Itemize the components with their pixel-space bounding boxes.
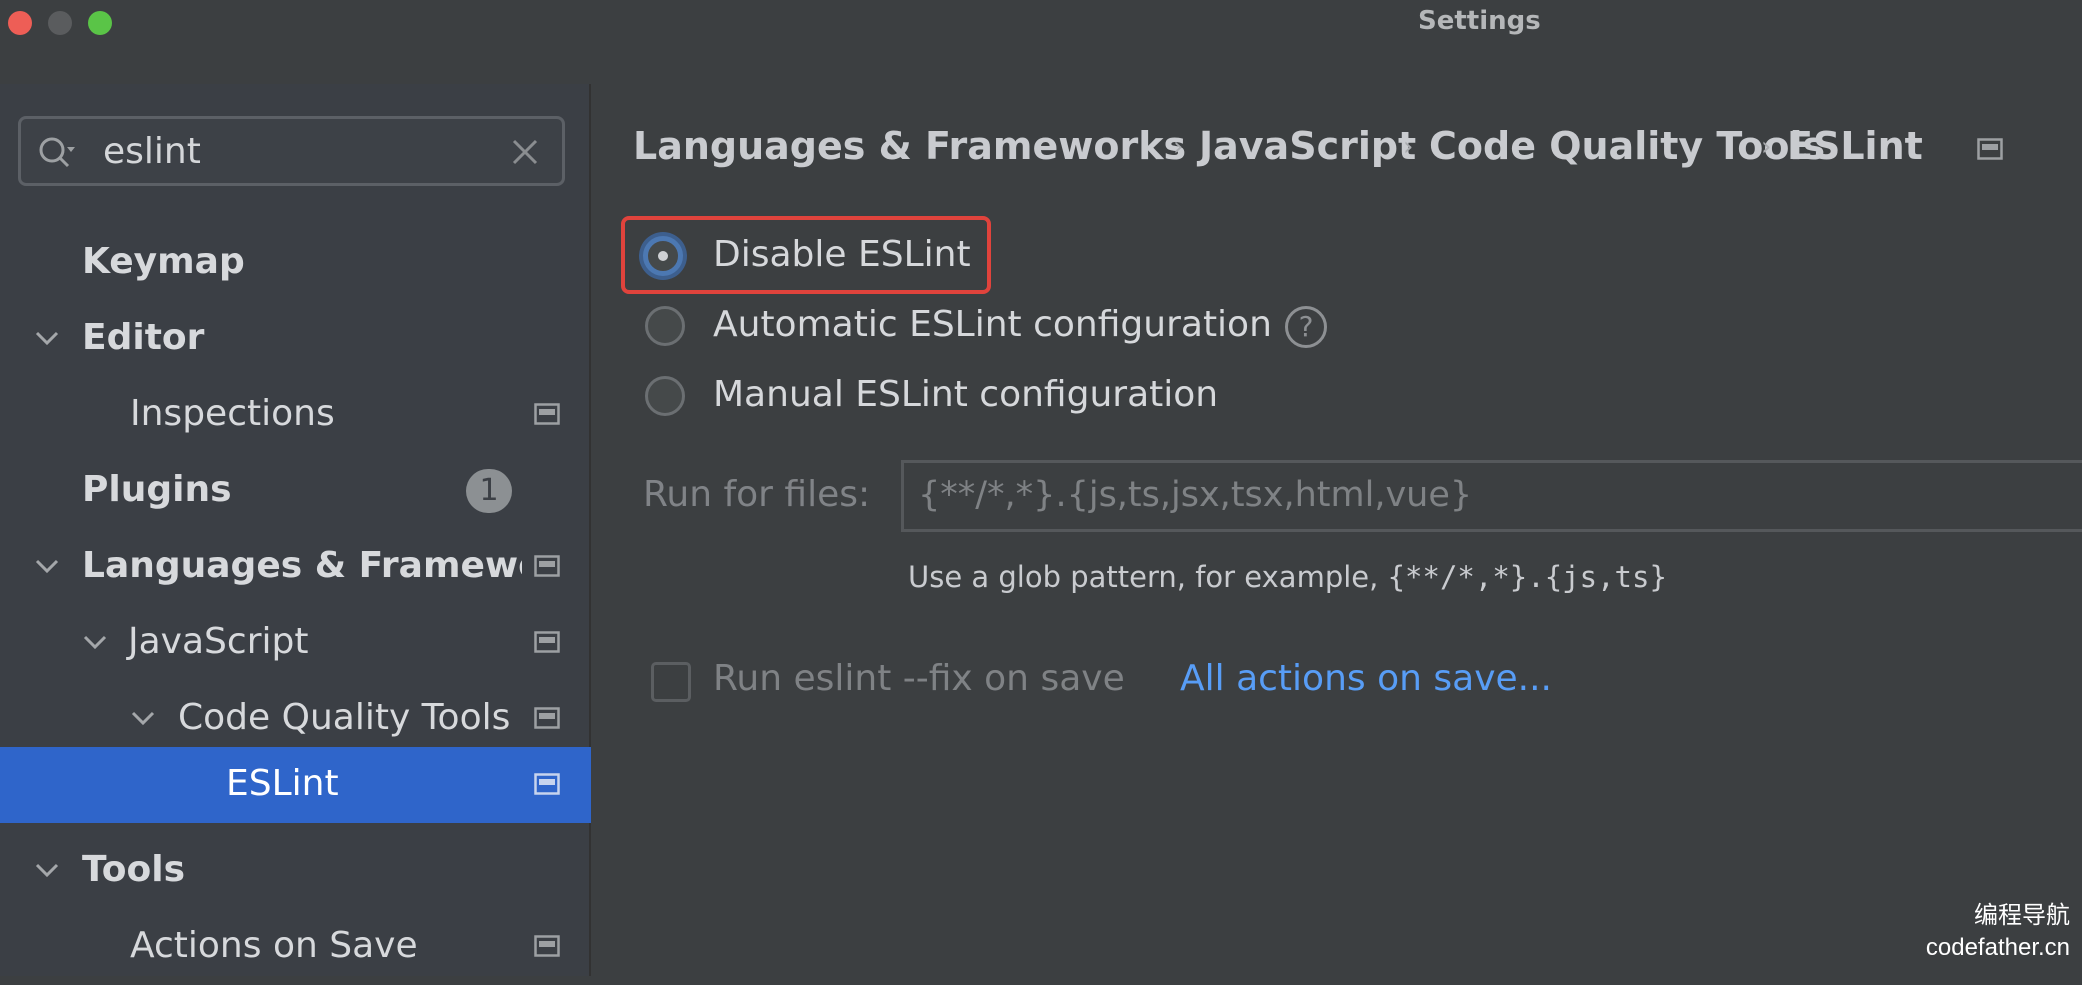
- breadcrumb-item[interactable]: Languages & Frameworks: [633, 124, 1186, 168]
- plugins-count-badge: 1: [466, 469, 512, 513]
- sidebar-item-editor[interactable]: Editor: [0, 301, 591, 377]
- breadcrumb-separator-icon: ›: [1403, 132, 1414, 162]
- fix-on-save-label[interactable]: Run eslint --fix on save: [713, 658, 1125, 699]
- sidebar-item-label: Tools: [82, 849, 186, 890]
- clear-search-icon[interactable]: [510, 137, 540, 167]
- glob-hint-example: {**/*,*}.{js,ts}: [1387, 560, 1667, 594]
- sidebar-item-label: Languages & Frameworks: [82, 545, 522, 586]
- watermark-line-2: codefather.cn: [1925, 934, 2070, 961]
- automatic-config-label[interactable]: Automatic ESLint configuration: [713, 304, 1272, 345]
- all-actions-on-save-link[interactable]: All actions on save...: [1180, 658, 1552, 699]
- sidebar-item-label: ESLint: [226, 763, 339, 804]
- manual-config-radio[interactable]: [645, 376, 685, 416]
- project-settings-icon: [534, 773, 560, 795]
- chevron-down-icon[interactable]: [34, 325, 60, 351]
- manual-config-label[interactable]: Manual ESLint configuration: [713, 374, 1218, 415]
- watermark: 编程导航 codefather.cn: [1926, 900, 2070, 964]
- window-title: Settings: [1418, 6, 1541, 36]
- chevron-down-icon[interactable]: [34, 553, 60, 579]
- sidebar-item-label: Code Quality Tools: [178, 697, 511, 738]
- sidebar-item-actions-on-save[interactable]: Actions on Save: [0, 909, 591, 985]
- settings-sidebar: eslint Keymap Editor Inspections Plugins…: [0, 84, 591, 976]
- disable-eslint-radio[interactable]: [643, 236, 683, 276]
- glob-hint: Use a glob pattern, for example, {**/*,*…: [908, 560, 1667, 594]
- project-settings-icon: [534, 403, 560, 425]
- sidebar-item-plugins[interactable]: Plugins 1: [0, 453, 591, 529]
- project-settings-icon: [534, 707, 560, 729]
- breadcrumb-separator-icon: ›: [1173, 132, 1184, 162]
- glob-hint-text: Use a glob pattern, for example,: [908, 560, 1388, 594]
- sidebar-item-javascript[interactable]: JavaScript: [0, 605, 591, 681]
- chevron-down-icon[interactable]: [34, 857, 60, 883]
- sidebar-item-inspections[interactable]: Inspections: [0, 377, 591, 453]
- run-for-files-value: {**/*,*}.{js,ts,jsx,tsx,html,vue}: [918, 475, 1473, 515]
- disable-eslint-label[interactable]: Disable ESLint: [713, 234, 971, 275]
- sidebar-item-label: Actions on Save: [130, 925, 418, 966]
- chevron-down-icon[interactable]: [130, 705, 156, 731]
- sidebar-item-label: Plugins: [82, 469, 232, 510]
- breadcrumb-separator-icon: ›: [1761, 132, 1772, 162]
- sidebar-item-code-quality-tools[interactable]: Code Quality Tools: [0, 681, 591, 757]
- search-field[interactable]: eslint: [18, 116, 565, 186]
- sidebar-item-languages-frameworks[interactable]: Languages & Frameworks: [0, 529, 591, 605]
- project-settings-icon: [1977, 138, 2003, 160]
- sidebar-item-label: Keymap: [82, 241, 245, 282]
- sidebar-item-label: Inspections: [130, 393, 335, 434]
- breadcrumb-item[interactable]: JavaScript: [1199, 124, 1416, 168]
- chevron-down-icon[interactable]: [82, 629, 108, 655]
- search-icon[interactable]: [37, 133, 77, 173]
- settings-content: Languages & Frameworks › JavaScript › Co…: [593, 84, 2082, 976]
- breadcrumb-item: ESLint: [1787, 124, 1923, 168]
- title-bar: Settings: [0, 0, 2082, 84]
- sidebar-item-label: Editor: [82, 317, 205, 358]
- search-input[interactable]: eslint: [103, 131, 201, 172]
- watermark-line-1: 编程导航: [1974, 902, 2070, 929]
- run-for-files-label: Run for files:: [643, 474, 871, 515]
- fix-on-save-checkbox[interactable]: [651, 662, 691, 702]
- automatic-config-radio[interactable]: [645, 306, 685, 346]
- sidebar-item-label: JavaScript: [128, 621, 309, 662]
- project-settings-icon: [534, 555, 560, 577]
- sidebar-item-keymap[interactable]: Keymap: [0, 225, 591, 301]
- help-icon[interactable]: ?: [1285, 306, 1327, 348]
- sidebar-item-tools[interactable]: Tools: [0, 833, 591, 909]
- run-for-files-input[interactable]: {**/*,*}.{js,ts,jsx,tsx,html,vue}: [901, 460, 2082, 532]
- sidebar-item-eslint[interactable]: ESLint: [0, 747, 591, 823]
- project-settings-icon: [534, 935, 560, 957]
- project-settings-icon: [534, 631, 560, 653]
